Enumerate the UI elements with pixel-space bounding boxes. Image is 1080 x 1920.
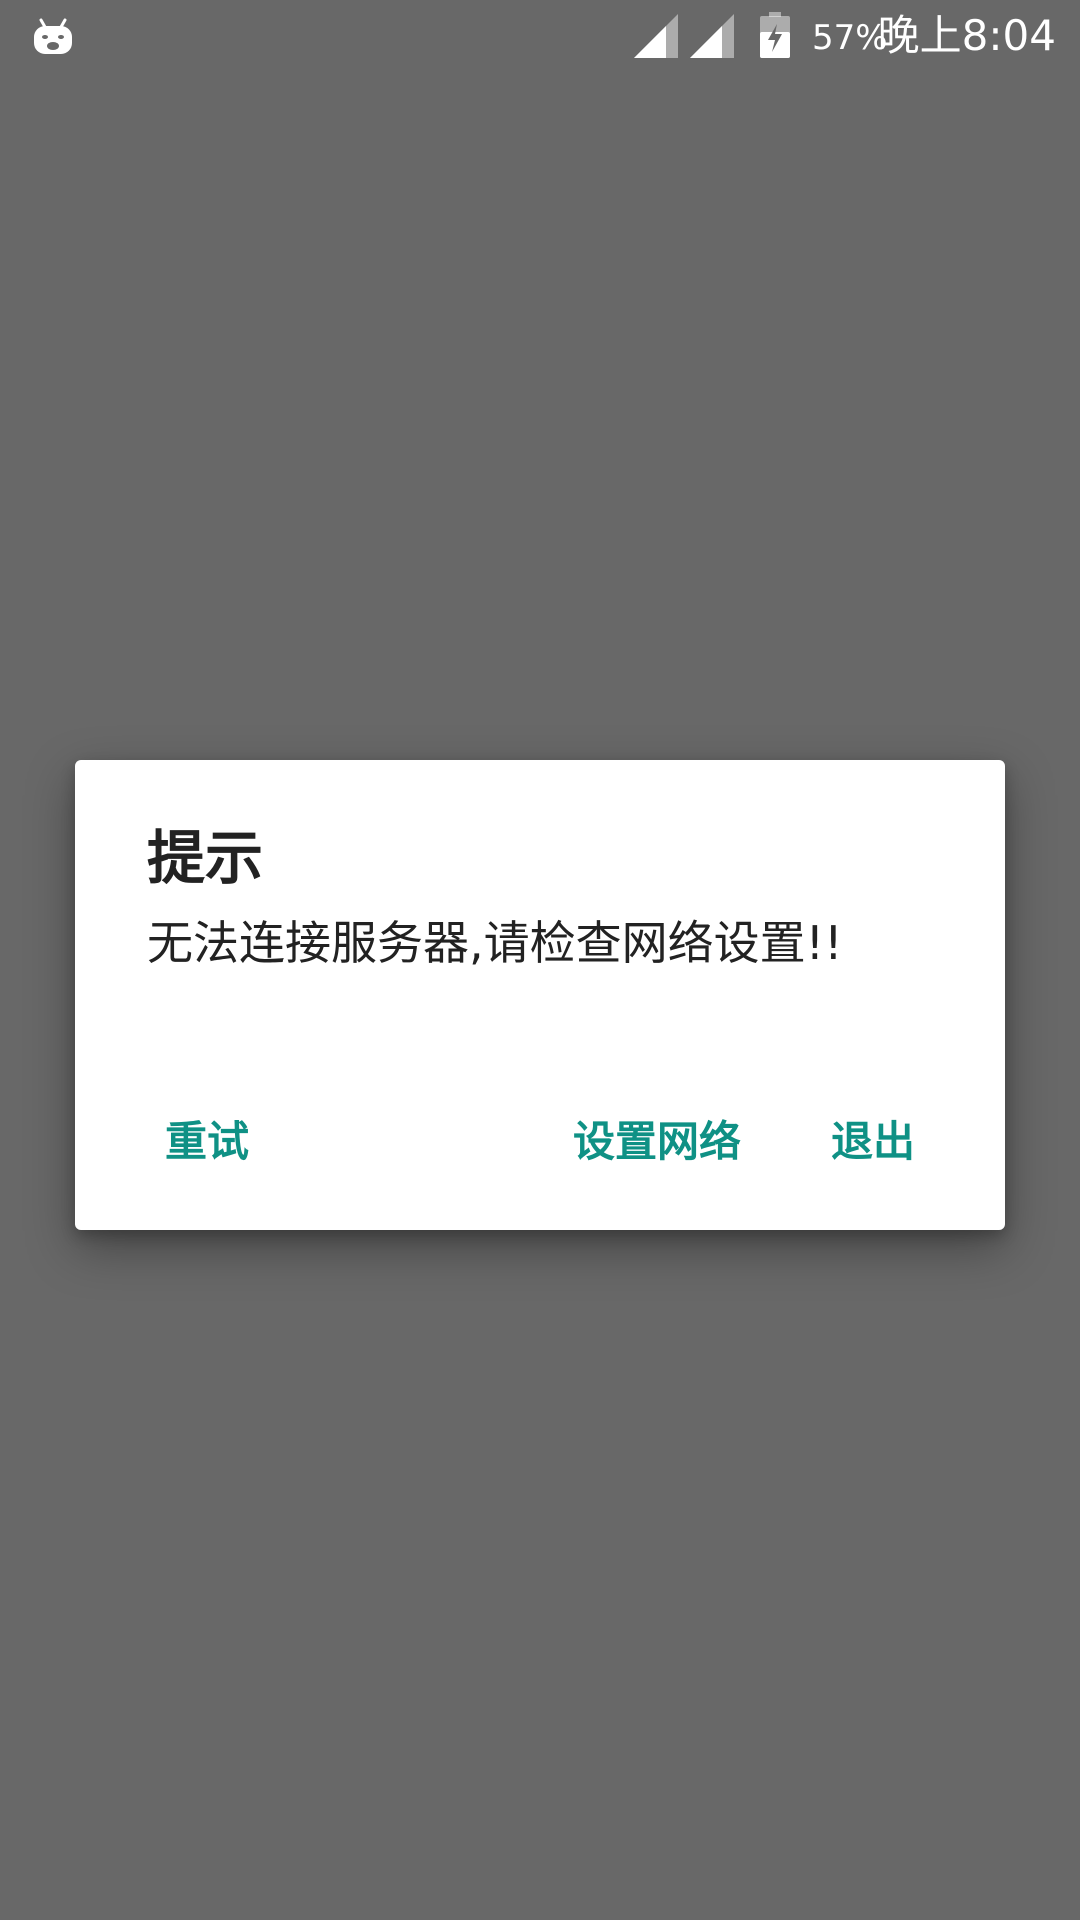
clock: 晚上8:04 <box>877 11 1056 60</box>
alert-dialog: 提示 无法连接服务器,请检查网络设置!! 重试 设置网络 退出 <box>75 760 1005 1230</box>
status-bar: 57% 晚上8:04 <box>0 0 1080 72</box>
network-settings-button[interactable]: 设置网络 <box>555 1102 759 1182</box>
retry-button[interactable]: 重试 <box>147 1102 267 1182</box>
battery-percent: 57% <box>812 18 888 58</box>
dialog-title: 提示 <box>147 824 264 892</box>
dialog-message: 无法连接服务器,请检查网络设置!! <box>147 916 843 970</box>
cell-signal-icon <box>690 14 734 58</box>
battery-charging-icon <box>760 12 790 58</box>
cell-signal-icon <box>634 14 678 58</box>
exit-button[interactable]: 退出 <box>813 1102 933 1182</box>
android-robot-icon <box>32 16 74 56</box>
